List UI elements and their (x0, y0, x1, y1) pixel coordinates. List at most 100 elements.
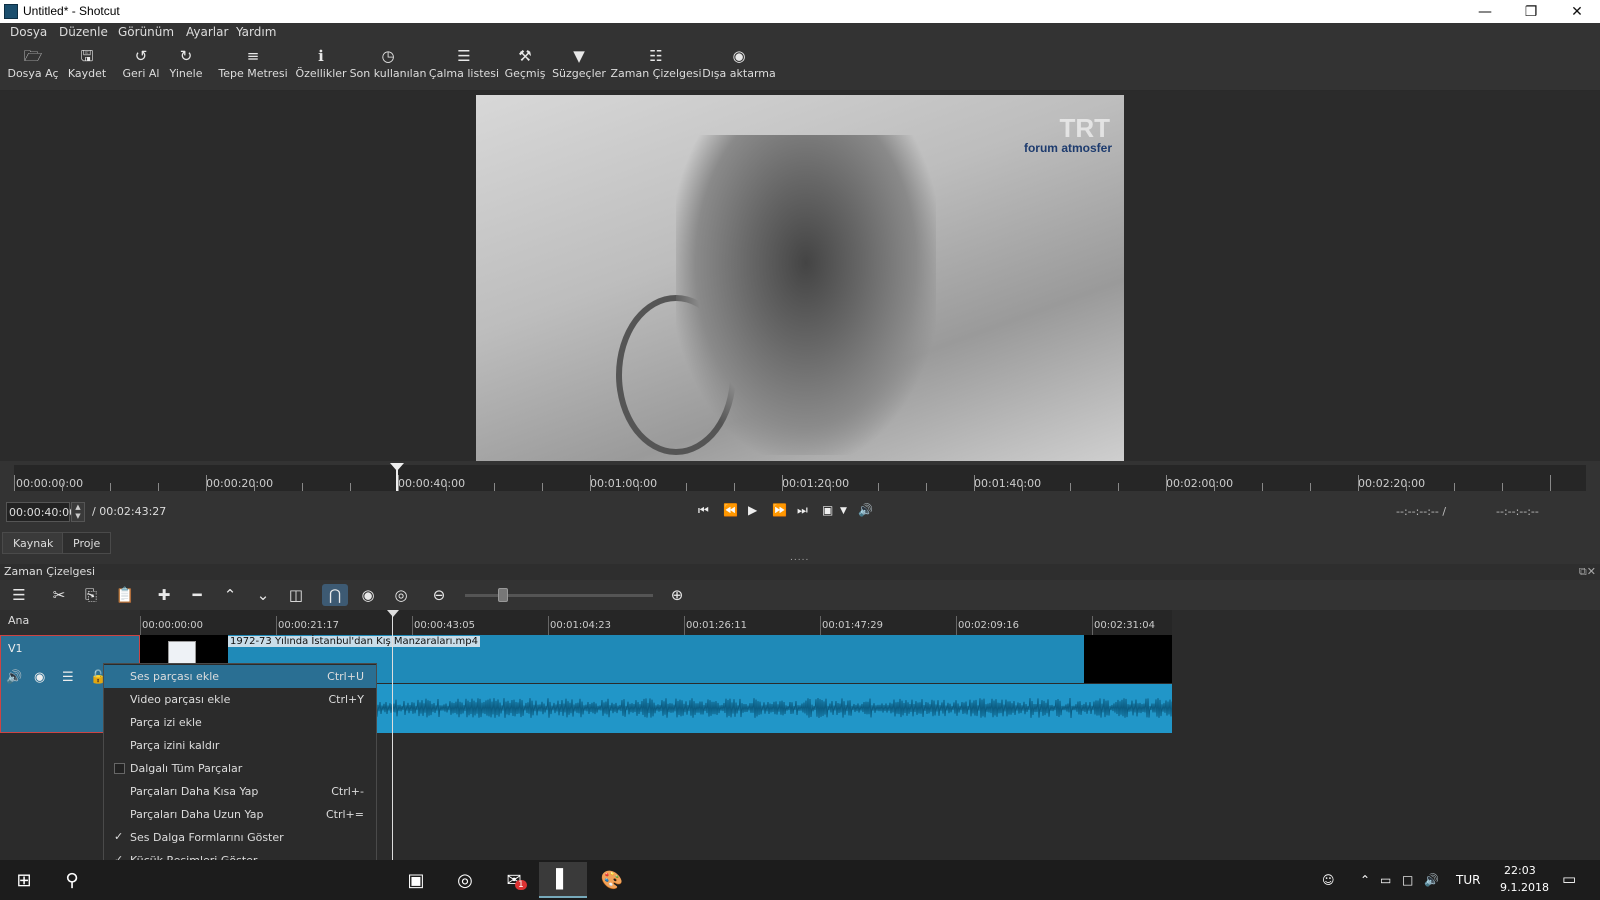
menu-yardim[interactable]: Yardım (236, 25, 276, 39)
taskbar-app-icon[interactable]: ▣ (392, 862, 440, 898)
scrub-eye-icon[interactable]: ◉ (355, 584, 381, 606)
restore-icon[interactable]: ❐ (1508, 0, 1554, 23)
append-icon[interactable]: ✚ (151, 584, 177, 606)
composite-layers-icon[interactable]: ☰ (62, 670, 74, 685)
context-menu-item[interactable]: Ses parçası ekle Ctrl+U (104, 665, 376, 688)
zoom-out-icon[interactable]: ⊖ (426, 584, 452, 606)
paint-app-icon[interactable]: 🎨 (588, 862, 636, 898)
properties-button[interactable]: ℹ Özellikler (295, 45, 346, 89)
menu-ayarlar[interactable]: Ayarlar (186, 25, 228, 39)
context-menu-item[interactable]: ✓ Ses Dalga Formlarını Göster (104, 826, 376, 849)
player-ruler-tick (494, 483, 495, 491)
snap-magnet-icon[interactable]: ⋂ (322, 584, 348, 606)
skip-to-start-icon[interactable]: ⏮ (698, 503, 709, 518)
peak-meter-icon: ≡ (246, 47, 260, 65)
player-ruler-tick (350, 483, 351, 491)
redo-icon: ↻ (179, 47, 193, 65)
clock-time[interactable]: 22:03 (1504, 864, 1536, 877)
splitter-handle[interactable]: ..... (790, 553, 809, 563)
clock-date[interactable]: 9.1.2018 (1500, 881, 1549, 894)
filter-icon: ▼ (573, 47, 585, 65)
timeline-icon: ☷ (649, 47, 663, 65)
peak-meter-button[interactable]: ≡ Tepe Metresi (218, 45, 287, 89)
dock-float-close-icons[interactable]: ⧉✕ (1579, 565, 1596, 579)
timeline-button[interactable]: ☷ Zaman Çizelgesi (610, 45, 701, 89)
split-icon[interactable]: ◫ (283, 584, 309, 606)
volume-icon[interactable]: 🔊 (858, 503, 873, 517)
paste-icon[interactable]: 📋 (112, 584, 138, 606)
zoom-slider-handle[interactable] (497, 588, 508, 602)
context-menu-item-shortcut: Ctrl+= (325, 808, 364, 821)
rewind-icon[interactable]: ⏪ (723, 503, 738, 517)
save-button[interactable]: 🖫 Kaydet (66, 45, 108, 89)
remove-icon[interactable]: ━ (184, 584, 210, 606)
video-preview[interactable]: TRT forum atmosfer (476, 95, 1124, 461)
taskbar-badge-app-icon[interactable]: ✉ (490, 862, 538, 898)
context-menu-item-shortcut: Ctrl+- (331, 785, 364, 798)
zoom-fit-icon[interactable]: ▣ (822, 503, 833, 517)
action-center-icon[interactable]: ▭ (1562, 870, 1576, 888)
player-ruler-tick (254, 483, 255, 491)
timeline-playhead[interactable] (392, 610, 393, 860)
menu-gorunum[interactable]: Görünüm (118, 25, 174, 39)
windows-start-icon[interactable]: ⊞ (0, 862, 48, 898)
history-button[interactable]: ⚒ Geçmiş (505, 45, 546, 89)
context-menu-item[interactable]: Parçaları Daha Uzun Yap Ctrl+= (104, 803, 376, 826)
recent-button[interactable]: ◷ Son kullanılan (350, 45, 427, 89)
lift-icon[interactable]: ⌃ (217, 584, 243, 606)
player-ruler-label: 00:00:40:00 (398, 477, 466, 490)
mute-icon[interactable]: 🔊 (6, 670, 22, 685)
shotcut-taskbar-icon[interactable]: ▌ (539, 862, 587, 898)
skip-to-end-icon[interactable]: ⏭ (797, 503, 808, 518)
zoom-slider[interactable] (465, 594, 653, 597)
volume-tray-icon[interactable]: 🔊 (1424, 873, 1439, 887)
menu-duzenle[interactable]: Düzenle (59, 25, 108, 39)
hide-eye-icon[interactable]: ◉ (34, 670, 45, 685)
close-icon[interactable]: ✕ (1554, 0, 1600, 23)
context-menu-item[interactable]: Dalgalı Tüm Parçalar (104, 757, 376, 780)
network-icon[interactable]: □ (1402, 873, 1413, 887)
undo-button[interactable]: ↺ Geri Al (122, 45, 160, 89)
checkbox[interactable] (114, 763, 125, 774)
transport-bar: 00:00:40:00 ▲ ▼ / 00:02:43:27 ⏮ ⏪ ▶ ⏩ ⏭ ▣… (0, 500, 1600, 526)
menu-dosya[interactable]: Dosya (10, 25, 47, 39)
cut-icon[interactable]: ✂ (46, 584, 72, 606)
search-icon[interactable]: ⚲ (48, 862, 96, 898)
battery-icon[interactable]: ▭ (1380, 873, 1391, 887)
minimize-icon[interactable]: — (1462, 0, 1508, 23)
filters-button[interactable]: ▼ Süzgeçler (552, 45, 606, 89)
zoom-in-icon[interactable]: ⊕ (664, 584, 690, 606)
context-menu-item-label: Parça izi ekle (130, 716, 202, 729)
context-menu-item[interactable]: Video parçası ekle Ctrl+Y (104, 688, 376, 711)
playlist-button[interactable]: ☰ Çalma listesi (429, 45, 499, 89)
context-menu-item[interactable]: Parçaları Daha Kısa Yap Ctrl+- (104, 780, 376, 803)
people-icon[interactable]: ☺ (1322, 873, 1335, 887)
timeline-ruler-label: 00:01:04:23 (550, 620, 612, 631)
open-file-button[interactable]: 🗁 Dosya Aç (7, 45, 58, 89)
hamburger-menu-icon[interactable]: ☰ (6, 584, 32, 606)
tab-proje[interactable]: Proje (62, 532, 112, 554)
chrome-icon[interactable]: ◎ (441, 862, 489, 898)
fast-forward-icon[interactable]: ⏩ (772, 503, 787, 517)
redo-button[interactable]: ↻ Yinele (168, 45, 204, 89)
export-button[interactable]: ◉ Dışa aktarma (702, 45, 775, 89)
tab-kaynak[interactable]: Kaynak (2, 532, 65, 554)
ripple-icon[interactable]: ◎ (388, 584, 414, 606)
timeline-playhead-handle[interactable] (387, 610, 399, 617)
context-menu-item[interactable]: Parça izi ekle (104, 711, 376, 734)
timecode-field[interactable]: 00:00:40:00 (6, 502, 76, 522)
play-icon[interactable]: ▶ (748, 503, 757, 517)
player-ruler-tick (1022, 483, 1023, 491)
player-ruler-tick (1070, 483, 1071, 491)
language-indicator[interactable]: TUR (1456, 873, 1480, 887)
context-menu-item-label: Video parçası ekle (130, 693, 231, 706)
player-playhead-handle[interactable] (390, 463, 404, 471)
context-menu-item[interactable]: Parça izini kaldır (104, 734, 376, 757)
chevron-down-icon[interactable]: ▼ (840, 506, 847, 516)
timecode-spinner[interactable]: ▲ ▼ (71, 502, 85, 522)
player-ruler-tick (1214, 483, 1215, 491)
overwrite-icon[interactable]: ⌄ (250, 584, 276, 606)
player-ruler-label: 00:02:00:00 (1166, 477, 1234, 490)
chevron-up-icon[interactable]: ⌃ (1360, 873, 1370, 887)
copy-icon[interactable]: ⎘ (78, 584, 104, 606)
